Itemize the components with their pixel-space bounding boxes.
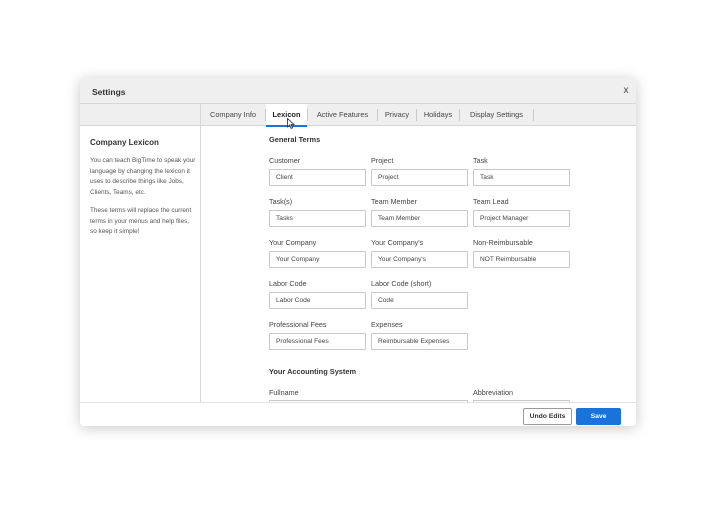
customer-input[interactable]: Client [269,169,366,186]
settings-dialog: Settings x Company Lexicon You can teach… [80,78,636,426]
undo-edits-button[interactable]: Undo Edits [523,408,572,425]
tab-holidays[interactable]: Holidays [417,104,459,126]
lexicon-content: General Terms Customer Client Project Pr… [201,127,636,402]
save-button[interactable]: Save [576,408,621,425]
dialog-title: Settings [92,87,126,97]
tab-active-features[interactable]: Active Features [308,104,377,126]
dialog-header: Settings x [80,78,636,104]
abbreviation-label: Abbreviation [473,388,513,397]
field-label: Team Member [371,197,417,206]
your-company-input[interactable]: Your Company [269,251,366,268]
field-label: Labor Code (short) [371,279,432,288]
sidebar-header-bar [80,104,200,126]
tab-display-settings[interactable]: Display Settings [460,104,533,126]
lexicon-sidebar: Company Lexicon You can teach BigTime to… [80,104,200,402]
settings-tabbar: Company Info Lexicon Active Features Pri… [201,104,636,127]
field-label: Non-Reimbursable [473,238,533,247]
field-label: Your Company's [371,238,424,247]
team-lead-input[interactable]: Project Manager [473,210,570,227]
labor-code-short-input[interactable]: Code [371,292,468,309]
field-label: Customer [269,156,301,165]
tab-separator [533,109,534,121]
your-companys-input[interactable]: Your Company's [371,251,468,268]
team-member-input[interactable]: Team Member [371,210,468,227]
project-input[interactable]: Project [371,169,468,186]
tasks-input[interactable]: Tasks [269,210,366,227]
tab-company-info[interactable]: Company Info [201,104,265,126]
sidebar-paragraph-2: These terms will replace the current ter… [90,207,192,235]
tab-privacy[interactable]: Privacy [378,104,416,126]
field-label: Professional Fees [269,320,327,329]
field-label: Team Lead [473,197,509,206]
field-label: Your Company [269,238,317,247]
sidebar-title: Company Lexicon [90,138,159,147]
labor-code-input[interactable]: Labor Code [269,292,366,309]
non-reimbursable-input[interactable]: NOT Reimbursable [473,251,570,268]
field-label: Expenses [371,320,403,329]
field-label: Labor Code [269,279,307,288]
close-button[interactable]: x [620,85,632,97]
field-label: Task [473,156,488,165]
dialog-footer: Undo Edits Save [80,402,636,426]
task-input[interactable]: Task [473,169,570,186]
field-label: Project [371,156,394,165]
fullname-label: Fullname [269,388,299,397]
mouse-cursor-icon [287,118,295,129]
sidebar-paragraph-1: You can teach BigTime to speak your lang… [90,157,196,196]
general-terms-title: General Terms [269,135,321,144]
accounting-system-title: Your Accounting System [269,367,357,376]
field-label: Task(s) [269,197,293,206]
expenses-input[interactable]: Reimbursable Expenses [371,333,468,350]
professional-fees-input[interactable]: Professional Fees [269,333,366,350]
